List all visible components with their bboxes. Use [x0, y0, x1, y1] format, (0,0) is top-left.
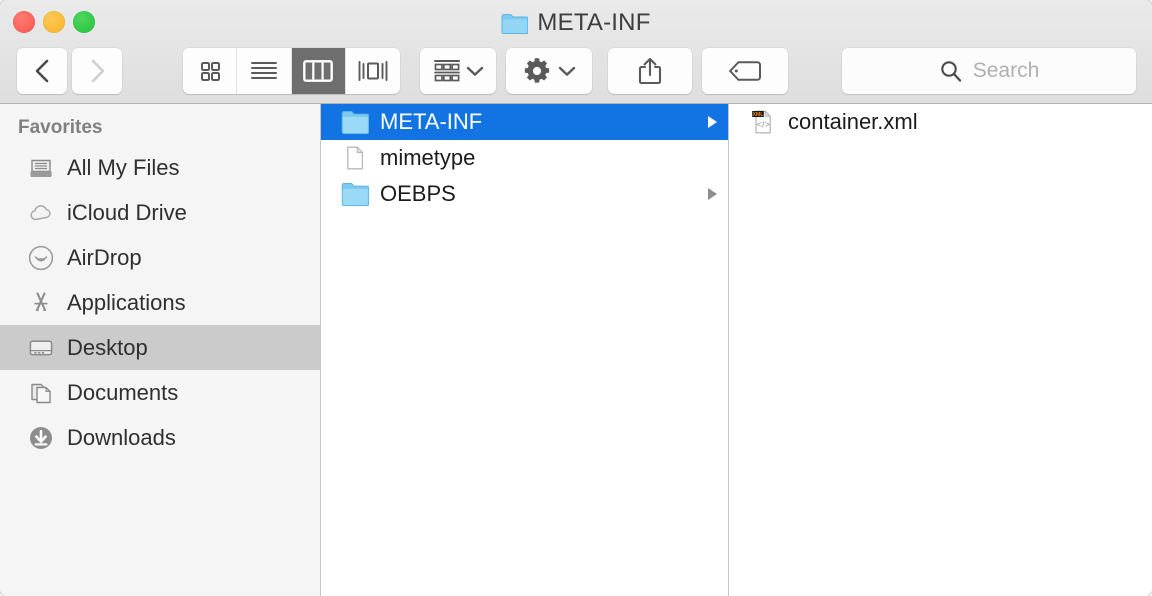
file-row-oebps[interactable]: OEBPS: [321, 176, 728, 212]
action-button[interactable]: [506, 48, 592, 94]
sidebar-item-all-my-files[interactable]: All My Files: [0, 145, 320, 190]
sidebar-section-favorites: Favorites: [0, 113, 320, 145]
sidebar-item-label: Desktop: [67, 335, 148, 361]
icloud-icon: [28, 200, 54, 226]
title-folder-icon: [501, 13, 528, 34]
arrange-button[interactable]: [420, 48, 496, 94]
sidebar-item-applications[interactable]: Applications: [0, 280, 320, 325]
grid-icon: [198, 59, 222, 83]
folder-icon: [341, 109, 369, 135]
disclosure-spacer: [1129, 114, 1143, 130]
window-title: META-INF: [0, 9, 1152, 37]
forward-button[interactable]: [72, 48, 122, 94]
document-icon: [341, 145, 369, 171]
chevron-right-icon: [89, 58, 106, 84]
content-area: Favorites All My Files: [0, 104, 1152, 596]
cover-flow-icon: [357, 59, 389, 83]
file-row-label: META-INF: [380, 109, 694, 135]
chevron-left-icon: [34, 58, 51, 84]
tag-icon: [728, 60, 762, 82]
svg-text:</>: </>: [756, 119, 770, 130]
sidebar-item-airdrop[interactable]: AirDrop: [0, 235, 320, 280]
sidebar-item-downloads[interactable]: Downloads: [0, 415, 320, 460]
sidebar-item-label: Documents: [67, 380, 178, 406]
toolbar: Search: [0, 42, 1152, 100]
disclosure-arrow-icon[interactable]: [705, 114, 719, 130]
folder-icon: [341, 181, 369, 207]
sidebar-item-label: Applications: [67, 290, 186, 316]
xml-file-icon: XML </>: [749, 109, 777, 135]
sidebar-item-desktop[interactable]: Desktop: [0, 325, 320, 370]
browser-column-2[interactable]: XML </> container.xml: [729, 104, 1152, 596]
sidebar-item-label: AirDrop: [67, 245, 142, 271]
disclosure-arrow-icon[interactable]: [705, 186, 719, 202]
sidebar-item-documents[interactable]: Documents: [0, 370, 320, 415]
downloads-icon: [28, 425, 54, 451]
disclosure-spacer: [705, 150, 719, 166]
sidebar-item-icloud-drive[interactable]: iCloud Drive: [0, 190, 320, 235]
share-icon: [637, 56, 663, 86]
view-mode-list[interactable]: [237, 48, 291, 94]
sidebar: Favorites All My Files: [0, 104, 321, 596]
view-mode-icon[interactable]: [183, 48, 237, 94]
title-bar: META-INF: [0, 0, 1152, 104]
minimize-button[interactable]: [43, 11, 65, 33]
view-mode-gallery[interactable]: [346, 48, 400, 94]
chevron-down-icon: [558, 65, 576, 77]
airdrop-icon: [28, 245, 54, 271]
view-mode-segmented-control[interactable]: [183, 48, 400, 94]
columns-icon: [303, 60, 333, 82]
sidebar-item-label: iCloud Drive: [67, 200, 187, 226]
search-field[interactable]: Search: [842, 48, 1136, 94]
window-controls: [13, 11, 95, 33]
back-button[interactable]: [17, 48, 67, 94]
applications-icon: [28, 290, 54, 316]
finder-window: META-INF: [0, 0, 1152, 596]
file-row-label: container.xml: [788, 109, 1118, 135]
close-button[interactable]: [13, 11, 35, 33]
file-row-meta-inf[interactable]: META-INF: [321, 104, 728, 140]
desktop-icon: [28, 335, 54, 361]
sidebar-item-label: Downloads: [67, 425, 176, 451]
search-icon: [939, 59, 963, 83]
file-row-label: OEBPS: [380, 181, 694, 207]
file-row-container-xml[interactable]: XML </> container.xml: [729, 104, 1152, 140]
search-input[interactable]: Search: [973, 59, 1040, 83]
browser-column-1[interactable]: META-INF mimetype: [321, 104, 729, 596]
arrange-grid-icon: [433, 58, 461, 84]
maximize-button[interactable]: [73, 11, 95, 33]
tag-button[interactable]: [702, 48, 788, 94]
svg-text:XML: XML: [753, 112, 764, 118]
window-title-text: META-INF: [537, 9, 650, 37]
chevron-down-icon: [466, 65, 484, 77]
sidebar-item-label: All My Files: [67, 155, 179, 181]
all-my-files-icon: [28, 155, 54, 181]
share-button[interactable]: [608, 48, 692, 94]
view-mode-column[interactable]: [292, 48, 346, 94]
gear-icon: [522, 56, 552, 86]
list-icon: [250, 60, 278, 82]
file-row-label: mimetype: [380, 145, 694, 171]
documents-icon: [28, 380, 54, 406]
file-row-mimetype[interactable]: mimetype: [321, 140, 728, 176]
